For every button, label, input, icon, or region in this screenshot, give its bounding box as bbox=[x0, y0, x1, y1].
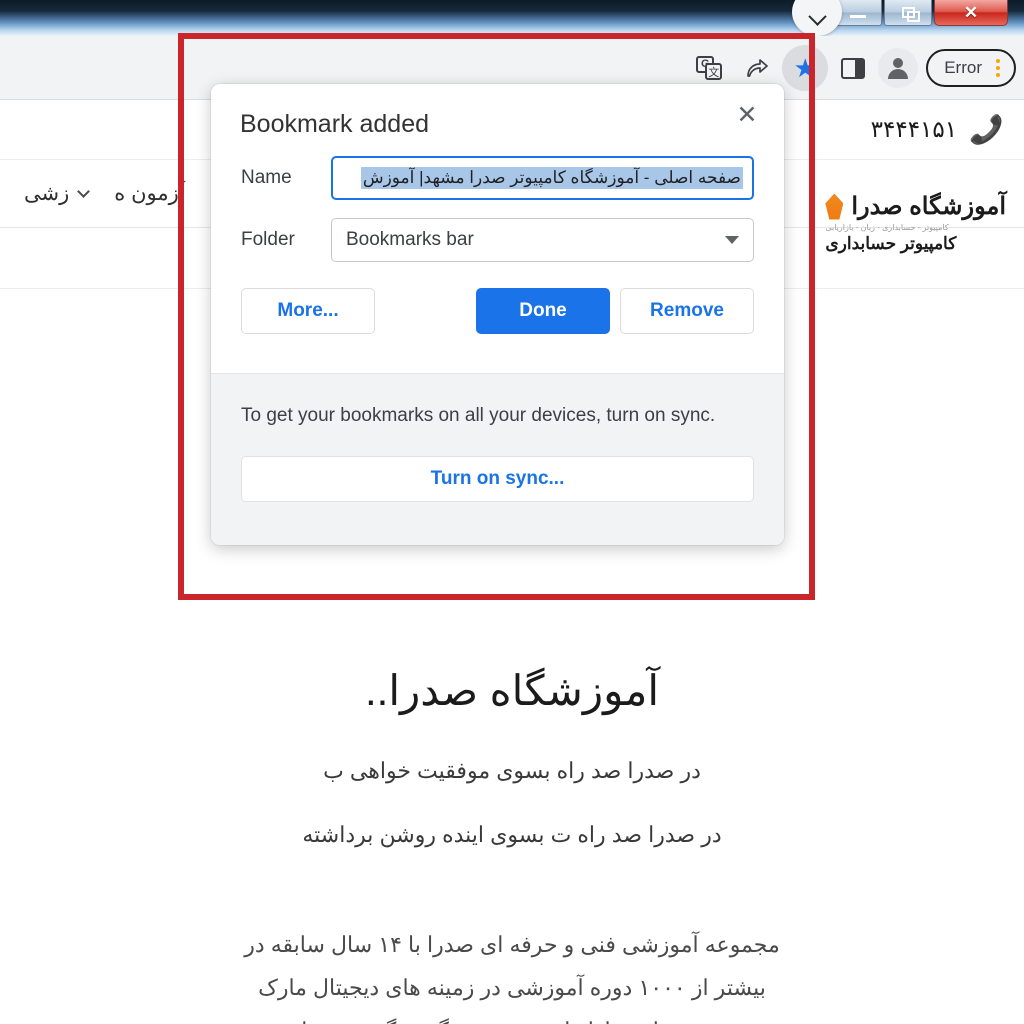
hero-line-2: در صدرا صد راه ت بسوی اینده روشن برداشته bbox=[302, 822, 722, 847]
paragraph-line-0: مجموعه آموزشی فنی و حرفه ای صدرا با ۱۴ س… bbox=[244, 932, 780, 957]
dialog-title: Bookmark added bbox=[240, 110, 430, 138]
star-icon: ★ bbox=[793, 53, 817, 83]
nav-item-0-label: آزمون ه bbox=[114, 182, 185, 205]
close-dialog-button[interactable]: ✕ bbox=[730, 98, 764, 132]
avatar-head bbox=[893, 58, 904, 68]
paragraph-line-1: بیشتر از ۱۰۰۰ دوره آموزشی در زمینه های د… bbox=[258, 974, 766, 1000]
side-panel-icon bbox=[841, 57, 866, 79]
restore-icon bbox=[901, 7, 920, 22]
brand-name: آموزشگاه صدرا bbox=[851, 193, 1006, 220]
bookmark-name-input[interactable]: صفحه اصلی - آموزشگاه کامپیوتر صدرا مشهد|… bbox=[331, 156, 754, 200]
nav-item-0[interactable]: آزمون ه bbox=[114, 181, 184, 206]
site-phone[interactable]: 📞 ۳۴۴۴۱۵۱ bbox=[870, 113, 1004, 145]
chevron-down-icon bbox=[807, 7, 827, 26]
profile-button[interactable] bbox=[878, 48, 919, 88]
nav-item-1[interactable]: زشی bbox=[24, 181, 91, 206]
chevron-down-icon bbox=[725, 236, 739, 244]
close-icon: ✕ bbox=[963, 3, 979, 22]
minimize-icon bbox=[850, 14, 866, 18]
brand-tagline: کامپیوتر - حسابداری - زبان - بازاریابی bbox=[825, 223, 949, 232]
nav-item-1-label: زشی bbox=[24, 182, 70, 205]
brand-subtitle: کامپیوتر حسابداری bbox=[825, 234, 957, 253]
done-button[interactable]: Done bbox=[476, 288, 610, 334]
page-title: آموزشگاه صدرا.. bbox=[365, 667, 659, 714]
translate-glyph-b: 文 bbox=[705, 63, 723, 80]
chevron-down-icon bbox=[77, 185, 91, 198]
folder-value: Bookmarks bar bbox=[346, 229, 474, 250]
dialog-header: Bookmark added ✕ bbox=[211, 84, 784, 156]
folder-label: Folder bbox=[241, 229, 295, 250]
avatar-icon bbox=[887, 57, 909, 79]
bookmark-star-button[interactable]: ★ bbox=[782, 45, 829, 91]
bookmark-name-value: صفحه اصلی - آموزشگاه کامپیوتر صدرا مشهد|… bbox=[360, 167, 743, 189]
folder-select[interactable]: Bookmarks bar bbox=[331, 218, 754, 262]
sync-description: To get your bookmarks on all your device… bbox=[241, 405, 716, 426]
share-icon bbox=[747, 59, 769, 77]
site-logo-row: آموزشگاه صدرا bbox=[825, 192, 1006, 221]
hero-line-1: در صدرا صد راه بسوی موفقیت خواهی ب bbox=[323, 758, 701, 783]
more-button[interactable]: More... bbox=[241, 288, 375, 334]
logo-mark-icon bbox=[825, 193, 844, 220]
kebab-menu-icon[interactable] bbox=[992, 59, 1004, 77]
side-panel-button[interactable] bbox=[830, 45, 876, 91]
phone-icon: 📞 bbox=[969, 113, 1004, 145]
chevron-down-button[interactable] bbox=[792, 0, 842, 36]
name-row: Name صفحه اصلی - آموزشگاه کامپیوتر صدرا … bbox=[211, 156, 784, 200]
close-window-button[interactable]: ✕ bbox=[934, 0, 1008, 26]
bookmark-added-dialog: Bookmark added ✕ Name صفحه اصلی - آموزشگ… bbox=[211, 84, 784, 545]
avatar-body bbox=[888, 69, 909, 79]
site-logo[interactable]: آموزشگاه صدرا کامپیوتر - حسابداری - زبان… bbox=[825, 192, 1006, 254]
name-label: Name bbox=[241, 167, 292, 188]
sync-promo-section: To get your bookmarks on all your device… bbox=[211, 373, 784, 545]
phone-number: ۳۴۴۴۱۵۱ bbox=[870, 116, 958, 142]
translate-icon: G 文 bbox=[696, 56, 723, 80]
folder-row: Folder Bookmarks bar bbox=[211, 218, 784, 262]
turn-on-sync-button[interactable]: Turn on sync... bbox=[241, 455, 754, 502]
window-controls: ✕ bbox=[834, 0, 1008, 30]
error-menu-button[interactable]: Error bbox=[926, 49, 1016, 87]
restore-button[interactable] bbox=[884, 0, 932, 26]
remove-button[interactable]: Remove bbox=[620, 288, 754, 334]
desktop-background: ✕ bbox=[0, 0, 1024, 36]
body-paragraph: مجموعه آموزشی فنی و حرفه ای صدرا با ۱۴ س… bbox=[0, 924, 1024, 1024]
screenshot-root: ✕ G 文 ★ bbox=[0, 0, 1024, 1024]
paragraph-line-2: مدیریت، زبان ، بازاریابی، بورس و گردشگری… bbox=[0, 1010, 1024, 1024]
error-label: Error bbox=[944, 58, 982, 77]
dialog-actions: More... Done Remove bbox=[211, 288, 784, 334]
